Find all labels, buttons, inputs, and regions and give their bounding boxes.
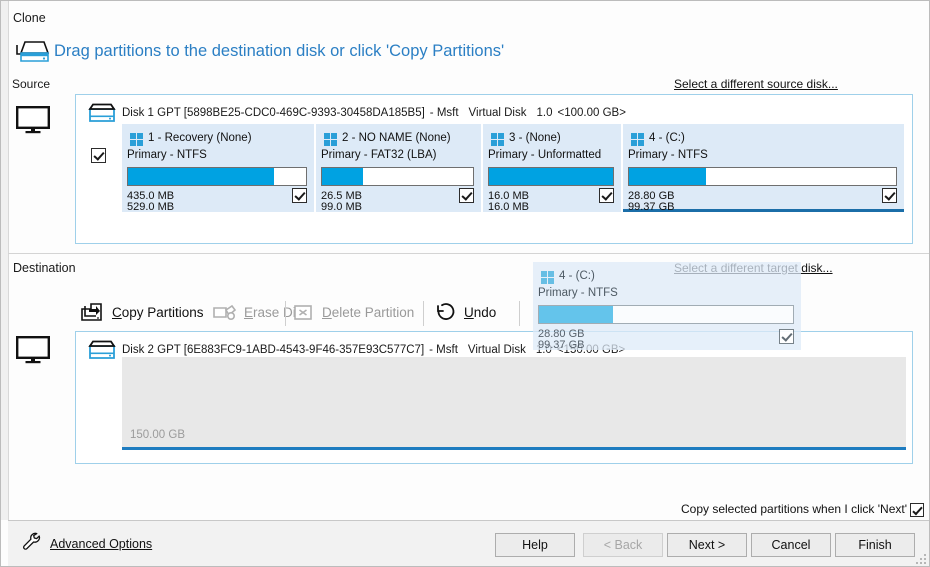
undo-icon	[431, 300, 457, 324]
destination-disk-name: Disk 2 GPT [6E883FC9-1ABD-4543-9F46-357E…	[122, 344, 425, 356]
partition-usage-bar	[321, 167, 474, 186]
destination-caption: Destination	[13, 261, 76, 275]
partition-total-size: 529.0 MB	[127, 201, 175, 213]
partition-checkbox[interactable]	[599, 188, 614, 203]
partition-usage-bar	[488, 167, 614, 186]
hard-disk-icon	[87, 339, 117, 366]
monitor-icon	[16, 336, 51, 367]
source-caption: Source	[12, 77, 51, 91]
source-disk-checkbox[interactable]	[91, 148, 106, 163]
clone-wizard-window: Clone Drag partitions to the destination…	[0, 0, 930, 567]
source-partition-4[interactable]: 4 - (C:) Primary - NTFS 28.80 GB 99.37 GB	[623, 124, 904, 213]
destination-free-space-bar[interactable]: 150.00 GB	[122, 357, 906, 450]
drag-ghost-usage-bar	[538, 305, 794, 324]
windows-logo-icon	[491, 133, 504, 146]
source-partition-2[interactable]: 2 - NO NAME (None) Primary - FAT32 (LBA) 2…	[316, 124, 481, 213]
toolbar-item-label: Delete Partition	[322, 304, 415, 320]
partition-checkbox[interactable]	[292, 188, 307, 203]
partition-subtitle: Primary - Unformatted	[488, 149, 602, 161]
partition-title: 4 - (C:)	[649, 132, 685, 144]
destination-disk-info: Disk 2 GPT [6E883FC9-1ABD-4543-9F46-357E…	[122, 344, 625, 356]
source-partition-3[interactable]: 3 - (None) Primary - Unformatted 16.0 MB 16…	[483, 124, 621, 213]
partition-subtitle: Primary - FAT32 (LBA)	[321, 149, 437, 161]
hard-disk-icon	[87, 102, 117, 129]
source-partition-list: 1 - Recovery (None) Primary - NTFS 435.0 M…	[122, 124, 906, 216]
toolbar-item-label: Undo	[464, 304, 497, 320]
disk-drive-icon	[13, 39, 53, 67]
windows-logo-icon	[631, 133, 644, 146]
next-button[interactable]: Next >	[667, 533, 747, 557]
toolbar-separator	[285, 301, 286, 326]
partition-total-size: 99.37 GB	[628, 201, 675, 213]
partition-title: 1 - Recovery (None)	[148, 132, 252, 144]
source-disk-model: Virtual Disk	[468, 107, 527, 119]
back-button: < Back	[583, 533, 663, 557]
copy-on-next-label: Copy selected partitions when I click 'N…	[680, 502, 907, 516]
destination-disk-model: Virtual Disk	[467, 344, 526, 356]
partition-usage-fill	[489, 168, 613, 185]
partition-checkbox[interactable]	[882, 188, 897, 203]
footer-bar: Advanced Options Help < Back Next > Canc…	[8, 521, 929, 566]
select-different-source-disk-link[interactable]: Select a different source disk...	[674, 77, 838, 91]
page-title: Clone	[13, 11, 46, 25]
erase-disk-icon	[211, 300, 237, 324]
partition-title: 3 - (None)	[509, 132, 561, 144]
source-disk-revision: 1.0	[536, 107, 553, 119]
partition-checkbox[interactable]	[459, 188, 474, 203]
drag-ghost-title: 4 - (C:)	[559, 270, 595, 282]
resize-grip[interactable]	[916, 554, 926, 564]
undo-button[interactable]: Undo	[431, 293, 496, 331]
partition-usage-bar	[127, 167, 307, 186]
header-title: Drag partitions to the destination disk …	[54, 42, 505, 60]
delete-partition-icon	[291, 300, 315, 324]
advanced-options-label: Advanced Options	[50, 536, 153, 551]
advanced-options-button[interactable]: Advanced Options	[21, 531, 152, 556]
toolbar-item-label: Copy Partitions	[112, 304, 204, 320]
partition-usage-bar	[628, 167, 897, 186]
help-button[interactable]: Help	[495, 533, 575, 557]
wrench-icon	[21, 531, 43, 556]
destination-free-space-label: 150.00 GB	[130, 429, 185, 441]
partition-subtitle: Primary - NTFS	[628, 149, 708, 161]
destination-disk-revision: 1.0	[535, 344, 552, 356]
partition-title: 2 - NO NAME (None)	[342, 132, 451, 144]
windows-logo-icon	[324, 133, 337, 146]
windows-logo-icon	[130, 133, 143, 146]
pane-divider	[8, 253, 929, 254]
partition-usage-fill	[128, 168, 274, 185]
source-disk-vendor: - Msft	[429, 107, 459, 119]
copy-on-next-checkbox[interactable]	[910, 503, 924, 517]
select-different-target-disk-link[interactable]: Select a different target disk...	[674, 261, 833, 275]
left-rail	[1, 1, 9, 520]
source-partition-1[interactable]: 1 - Recovery (None) Primary - NTFS 435.0 M…	[122, 124, 314, 213]
destination-disk-capacity: <150.00 GB>	[556, 344, 626, 356]
toolbar-separator	[423, 301, 424, 326]
drag-ghost-subtitle: Primary - NTFS	[538, 287, 618, 299]
partition-total-size: 16.0 MB	[488, 201, 529, 213]
destination-disk-vendor: - Msft	[429, 344, 458, 356]
finish-button[interactable]: Finish	[835, 533, 915, 557]
copy-partitions-icon	[79, 300, 105, 324]
source-disk-info: Disk 1 GPT [5898BE25-CDC0-469C-9393-3045…	[122, 107, 626, 119]
source-disk-name: Disk 1 GPT [5898BE25-CDC0-469C-9393-3045…	[122, 107, 425, 119]
copy-partitions-button[interactable]: Copy Partitions	[79, 293, 204, 331]
toolbar-separator	[519, 301, 520, 326]
windows-logo-icon	[541, 271, 554, 284]
delete-partition-button: Delete Partition	[291, 293, 414, 331]
partition-total-size: 99.0 MB	[321, 201, 362, 213]
monitor-icon	[16, 106, 51, 137]
partition-usage-fill	[629, 168, 707, 185]
source-disk-capacity: <100.00 GB>	[557, 107, 626, 119]
partition-subtitle: Primary - NTFS	[127, 149, 207, 161]
cancel-button[interactable]: Cancel	[751, 533, 831, 557]
partition-usage-fill	[322, 168, 363, 185]
